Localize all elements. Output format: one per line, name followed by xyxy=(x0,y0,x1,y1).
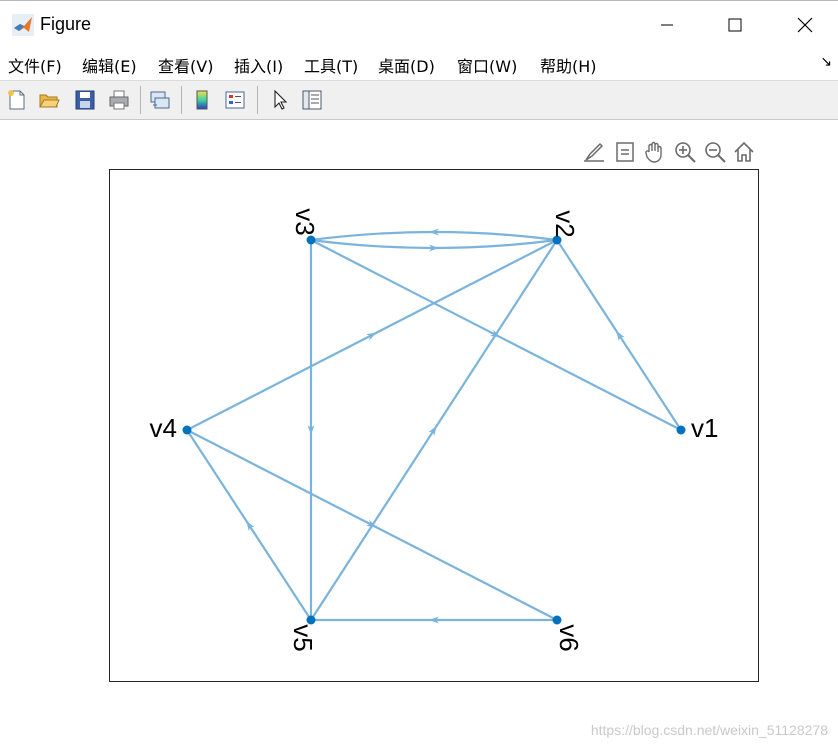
node-v6 xyxy=(552,615,562,625)
node-label-v5: v5 xyxy=(288,624,318,651)
edge-arrowhead xyxy=(428,425,437,437)
node-v5 xyxy=(306,615,316,625)
edge-arrowhead xyxy=(246,520,255,532)
digraph-plot: v1 v2 v3 v4 v5 v6 xyxy=(150,208,719,651)
node-v1 xyxy=(676,425,686,435)
node-label-v4: v4 xyxy=(150,413,177,443)
node-label-v6: v6 xyxy=(554,624,584,651)
figure-window: Figure 文件(F) 编辑(E) 查看(V) 插入(I) 工具(T) 桌面(… xyxy=(0,0,838,750)
node-label-v1: v1 xyxy=(691,413,718,443)
node-v4 xyxy=(182,425,192,435)
watermark-text: https://blog.csdn.net/weixin_51128278 xyxy=(590,722,828,738)
node-label-v3: v3 xyxy=(290,208,320,235)
node-v3 xyxy=(306,235,316,245)
edge-arrowhead xyxy=(616,330,625,342)
node-label-v2: v2 xyxy=(550,210,580,237)
